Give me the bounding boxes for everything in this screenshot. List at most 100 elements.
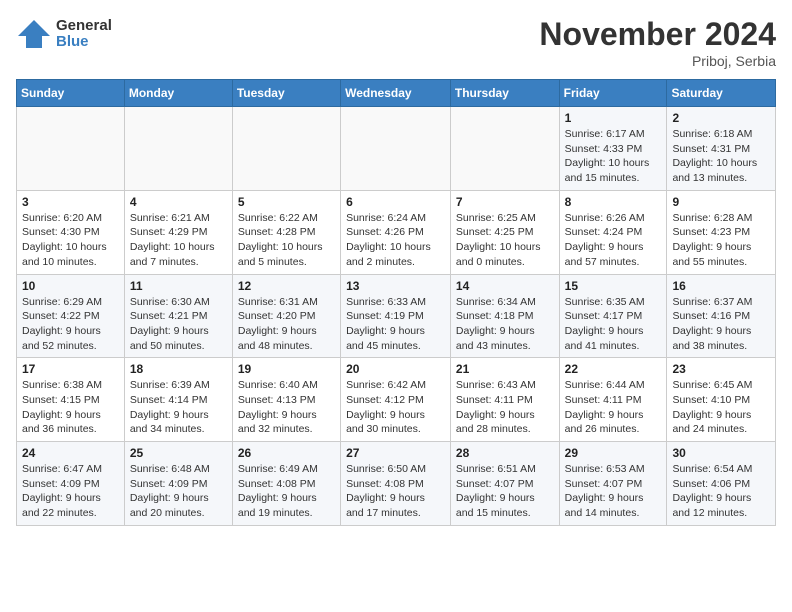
logo-blue-text: Blue — [56, 34, 112, 51]
day-info: Sunrise: 6:54 AM Sunset: 4:06 PM Dayligh… — [672, 462, 770, 521]
calendar-cell: 16Sunrise: 6:37 AM Sunset: 4:16 PM Dayli… — [667, 274, 776, 358]
day-header-friday: Friday — [559, 80, 667, 107]
day-number: 21 — [456, 362, 554, 376]
day-info: Sunrise: 6:43 AM Sunset: 4:11 PM Dayligh… — [456, 378, 554, 437]
calendar-cell: 11Sunrise: 6:30 AM Sunset: 4:21 PM Dayli… — [124, 274, 232, 358]
calendar-cell: 12Sunrise: 6:31 AM Sunset: 4:20 PM Dayli… — [232, 274, 340, 358]
calendar-cell: 18 Sunrise: 6:39 AM Sunset: 4:14 PM Dayli… — [124, 358, 232, 442]
logo: General Blue — [16, 16, 112, 52]
day-info: Sunrise: 6:48 AM Sunset: 4:09 PM Dayligh… — [130, 462, 227, 521]
day-number: 24 — [22, 446, 119, 460]
calendar-cell: 21 Sunrise: 6:43 AM Sunset: 4:11 PM Dayli… — [450, 358, 559, 442]
location: Priboj, Serbia — [539, 53, 776, 69]
day-info: Sunrise: 6:26 AM Sunset: 4:24 PM Dayligh… — [565, 211, 662, 270]
day-info: Sunrise: 6:38 AM Sunset: 4:15 PM Dayligh… — [22, 378, 119, 437]
calendar-cell — [450, 107, 559, 191]
day-header-sunday: Sunday — [17, 80, 125, 107]
page-header: General Blue November 2024 Priboj, Serbi… — [16, 16, 776, 69]
calendar-cell: 23 Sunrise: 6:45 AM Sunset: 4:10 PM Dayli… — [667, 358, 776, 442]
day-header-thursday: Thursday — [450, 80, 559, 107]
calendar-cell: 25 Sunrise: 6:48 AM Sunset: 4:09 PM Dayli… — [124, 442, 232, 526]
day-number: 11 — [130, 279, 227, 293]
calendar-cell: 22Sunrise: 6:44 AM Sunset: 4:11 PM Dayli… — [559, 358, 667, 442]
day-number: 2 — [672, 111, 770, 125]
calendar-cell: 24 Sunrise: 6:47 AM Sunset: 4:09 PM Dayli… — [17, 442, 125, 526]
calendar-cell: 9Sunrise: 6:28 AM Sunset: 4:23 PM Daylig… — [667, 190, 776, 274]
day-info: Sunrise: 6:45 AM Sunset: 4:10 PM Dayligh… — [672, 378, 770, 437]
calendar-cell: 5Sunrise: 6:22 AM Sunset: 4:28 PM Daylig… — [232, 190, 340, 274]
calendar-week-2: 3Sunrise: 6:20 AM Sunset: 4:30 PM Daylig… — [17, 190, 776, 274]
day-number: 6 — [346, 195, 445, 209]
day-number: 20 — [346, 362, 445, 376]
day-info: Sunrise: 6:42 AM Sunset: 4:12 PM Dayligh… — [346, 378, 445, 437]
day-number: 30 — [672, 446, 770, 460]
day-info: Sunrise: 6:34 AM Sunset: 4:18 PM Dayligh… — [456, 295, 554, 354]
day-info: Sunrise: 6:53 AM Sunset: 4:07 PM Dayligh… — [565, 462, 662, 521]
day-number: 8 — [565, 195, 662, 209]
day-header-wednesday: Wednesday — [341, 80, 451, 107]
calendar-week-4: 17Sunrise: 6:38 AM Sunset: 4:15 PM Dayli… — [17, 358, 776, 442]
day-number: 14 — [456, 279, 554, 293]
day-info: Sunrise: 6:51 AM Sunset: 4:07 PM Dayligh… — [456, 462, 554, 521]
calendar-week-1: 1Sunrise: 6:17 AM Sunset: 4:33 PM Daylig… — [17, 107, 776, 191]
calendar-week-3: 10Sunrise: 6:29 AM Sunset: 4:22 PM Dayli… — [17, 274, 776, 358]
day-number: 26 — [238, 446, 335, 460]
day-header-tuesday: Tuesday — [232, 80, 340, 107]
calendar-cell — [17, 107, 125, 191]
calendar-cell: 28 Sunrise: 6:51 AM Sunset: 4:07 PM Dayli… — [450, 442, 559, 526]
day-number: 22 — [565, 362, 662, 376]
calendar-cell: 27 Sunrise: 6:50 AM Sunset: 4:08 PM Dayli… — [341, 442, 451, 526]
day-number: 18 — [130, 362, 227, 376]
calendar-week-5: 24 Sunrise: 6:47 AM Sunset: 4:09 PM Dayli… — [17, 442, 776, 526]
day-info: Sunrise: 6:31 AM Sunset: 4:20 PM Dayligh… — [238, 295, 335, 354]
calendar-cell — [232, 107, 340, 191]
calendar-cell: 15 Sunrise: 6:35 AM Sunset: 4:17 PM Dayli… — [559, 274, 667, 358]
day-number: 25 — [130, 446, 227, 460]
calendar-cell: 17Sunrise: 6:38 AM Sunset: 4:15 PM Dayli… — [17, 358, 125, 442]
day-number: 28 — [456, 446, 554, 460]
day-number: 4 — [130, 195, 227, 209]
day-info: Sunrise: 6:29 AM Sunset: 4:22 PM Dayligh… — [22, 295, 119, 354]
calendar-cell — [341, 107, 451, 191]
day-info: Sunrise: 6:49 AM Sunset: 4:08 PM Dayligh… — [238, 462, 335, 521]
calendar-cell: 30 Sunrise: 6:54 AM Sunset: 4:06 PM Dayli… — [667, 442, 776, 526]
day-number: 7 — [456, 195, 554, 209]
day-info: Sunrise: 6:47 AM Sunset: 4:09 PM Dayligh… — [22, 462, 119, 521]
calendar-cell — [124, 107, 232, 191]
logo-icon — [16, 16, 52, 52]
calendar-cell: 10Sunrise: 6:29 AM Sunset: 4:22 PM Dayli… — [17, 274, 125, 358]
calendar-table: SundayMondayTuesdayWednesdayThursdayFrid… — [16, 79, 776, 526]
calendar-cell: 7Sunrise: 6:25 AM Sunset: 4:25 PM Daylig… — [450, 190, 559, 274]
day-header-monday: Monday — [124, 80, 232, 107]
day-info: Sunrise: 6:20 AM Sunset: 4:30 PM Dayligh… — [22, 211, 119, 270]
logo-general-text: General — [56, 18, 112, 35]
day-number: 16 — [672, 279, 770, 293]
day-number: 13 — [346, 279, 445, 293]
calendar-body: 1Sunrise: 6:17 AM Sunset: 4:33 PM Daylig… — [17, 107, 776, 526]
day-number: 23 — [672, 362, 770, 376]
day-info: Sunrise: 6:50 AM Sunset: 4:08 PM Dayligh… — [346, 462, 445, 521]
day-header-saturday: Saturday — [667, 80, 776, 107]
calendar-cell: 26 Sunrise: 6:49 AM Sunset: 4:08 PM Dayli… — [232, 442, 340, 526]
calendar-cell: 4 Sunrise: 6:21 AM Sunset: 4:29 PM Daylig… — [124, 190, 232, 274]
day-info: Sunrise: 6:33 AM Sunset: 4:19 PM Dayligh… — [346, 295, 445, 354]
calendar-cell: 20 Sunrise: 6:42 AM Sunset: 4:12 PM Dayli… — [341, 358, 451, 442]
calendar-cell: 13 Sunrise: 6:33 AM Sunset: 4:19 PM Dayli… — [341, 274, 451, 358]
day-number: 27 — [346, 446, 445, 460]
day-info: Sunrise: 6:18 AM Sunset: 4:31 PM Dayligh… — [672, 127, 770, 186]
calendar-cell: 3Sunrise: 6:20 AM Sunset: 4:30 PM Daylig… — [17, 190, 125, 274]
title-area: November 2024 Priboj, Serbia — [539, 16, 776, 69]
calendar-cell: 19Sunrise: 6:40 AM Sunset: 4:13 PM Dayli… — [232, 358, 340, 442]
day-info: Sunrise: 6:17 AM Sunset: 4:33 PM Dayligh… — [565, 127, 662, 186]
day-info: Sunrise: 6:22 AM Sunset: 4:28 PM Dayligh… — [238, 211, 335, 270]
calendar-cell: 6Sunrise: 6:24 AM Sunset: 4:26 PM Daylig… — [341, 190, 451, 274]
day-number: 15 — [565, 279, 662, 293]
day-info: Sunrise: 6:39 AM Sunset: 4:14 PM Dayligh… — [130, 378, 227, 437]
day-info: Sunrise: 6:35 AM Sunset: 4:17 PM Dayligh… — [565, 295, 662, 354]
day-info: Sunrise: 6:21 AM Sunset: 4:29 PM Dayligh… — [130, 211, 227, 270]
calendar-header: SundayMondayTuesdayWednesdayThursdayFrid… — [17, 80, 776, 107]
calendar-cell: 2 Sunrise: 6:18 AM Sunset: 4:31 PM Daylig… — [667, 107, 776, 191]
calendar-cell: 8 Sunrise: 6:26 AM Sunset: 4:24 PM Daylig… — [559, 190, 667, 274]
day-info: Sunrise: 6:28 AM Sunset: 4:23 PM Dayligh… — [672, 211, 770, 270]
day-number: 29 — [565, 446, 662, 460]
